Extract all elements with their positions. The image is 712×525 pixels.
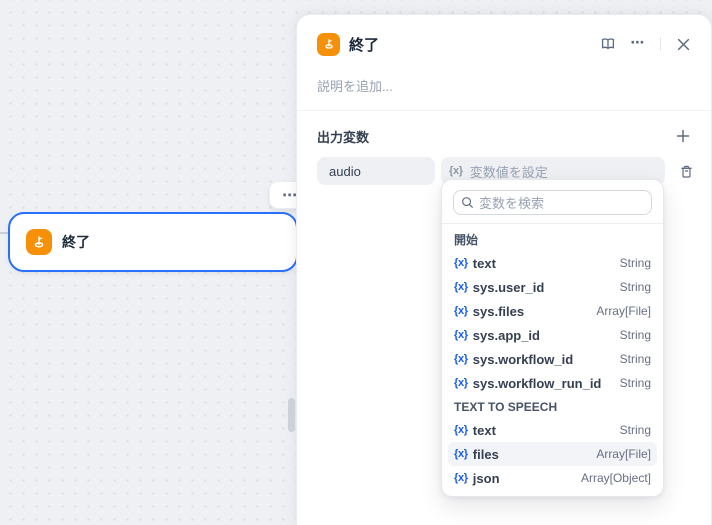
variable-group-label: TEXT TO SPEECH — [454, 399, 558, 414]
variable-group-label: 開始 — [454, 233, 479, 247]
variable-option-text[interactable]: {x} text String — [448, 418, 657, 442]
variable-x-icon: {x} — [454, 353, 468, 365]
header-divider — [660, 37, 661, 51]
variable-name: sys.user_id — [472, 279, 545, 295]
close-icon[interactable] — [671, 32, 695, 56]
docs-book-button[interactable] — [596, 32, 620, 56]
variable-option-sys.app_id[interactable]: {x} sys.app_id String — [448, 323, 657, 347]
variable-option-files[interactable]: {x} files Array[File] — [448, 442, 657, 466]
variable-name-input[interactable]: audio — [317, 157, 435, 185]
variable-name: files — [472, 446, 499, 462]
variable-type: String — [619, 280, 651, 294]
variable-x-icon: {x} — [454, 424, 468, 436]
panel-header: 終了 ⋯ — [297, 15, 711, 56]
search-input[interactable]: 変数を検索 — [453, 190, 652, 215]
variable-type: Array[Object] — [580, 471, 651, 485]
variable-picker-dropdown: 変数を検索 開始 {x} text String {x} sys.user_id Strin… — [441, 179, 664, 497]
variable-type: Array[File] — [596, 447, 651, 461]
variable-name: sys.workflow_run_id — [472, 375, 602, 391]
variable-x-icon: {x} — [454, 257, 468, 269]
variable-option-sys.workflow_run_id[interactable]: {x} sys.workflow_run_id String — [448, 371, 657, 395]
search-placeholder: 変数を検索 — [479, 196, 545, 211]
end-flag-icon — [26, 229, 52, 255]
variable-x-icon: {x} — [454, 472, 468, 484]
variable-type: String — [619, 256, 651, 270]
variable-option-json[interactable]: {x} json Array[Object] — [448, 466, 657, 490]
panel-resize-handle[interactable] — [288, 398, 295, 432]
variable-option-sys.files[interactable]: {x} sys.files Array[File] — [448, 299, 657, 323]
variable-type: String — [619, 328, 651, 342]
variable-option-text[interactable]: {x} text String — [448, 251, 657, 275]
output-variables-section: 出力変数 — [297, 111, 711, 148]
panel-more-button[interactable]: ⋯ — [626, 32, 650, 56]
variable-option-sys.workflow_id[interactable]: {x} sys.workflow_id String — [448, 347, 657, 371]
node-title: 終了 — [62, 234, 90, 250]
add-variable-button[interactable] — [671, 124, 695, 148]
variable-type: Array[File] — [596, 304, 651, 318]
variable-name: text — [472, 422, 496, 438]
section-title: 出力変数 — [317, 129, 370, 145]
variable-type: String — [619, 352, 651, 366]
variable-name: sys.app_id — [472, 327, 540, 343]
variable-x-icon: {x} — [449, 165, 463, 177]
panel-title: 終了 — [349, 36, 380, 54]
variable-x-icon: {x} — [454, 281, 468, 293]
delete-variable-button[interactable] — [675, 160, 697, 182]
description-placeholder: 説明を追加... — [317, 79, 393, 94]
search-wrap: 変数を検索 — [442, 180, 663, 223]
end-node[interactable]: 終了 — [8, 212, 298, 272]
variable-type: String — [619, 423, 651, 437]
variable-list: 開始 {x} text String {x} sys.user_id String {x} sy… — [442, 224, 663, 496]
variable-name: text — [472, 255, 496, 271]
variable-value-placeholder: 変数値を設定 — [469, 164, 548, 180]
variable-type: String — [619, 376, 651, 390]
end-flag-icon — [317, 32, 340, 56]
variable-name: sys.files — [472, 303, 525, 319]
variable-option-sys.user_id[interactable]: {x} sys.user_id String — [448, 275, 657, 299]
variable-x-icon: {x} — [454, 305, 468, 317]
description-area[interactable]: 説明を追加... — [297, 56, 711, 111]
search-icon — [462, 197, 473, 208]
variable-x-icon: {x} — [454, 329, 468, 341]
variable-x-icon: {x} — [454, 377, 468, 389]
variable-x-icon: {x} — [454, 448, 468, 460]
variable-name: sys.workflow_id — [472, 351, 574, 367]
variable-name: json — [472, 470, 500, 486]
